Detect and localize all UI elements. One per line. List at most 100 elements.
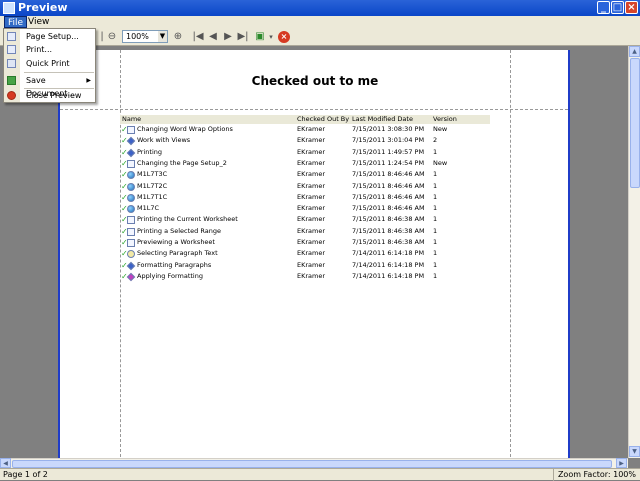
save-icon (7, 76, 16, 85)
submenu-arrow-icon: ▶ (86, 77, 91, 84)
row-version: 1 (433, 147, 438, 156)
row-name: Changing the Page Setup_2 (137, 158, 227, 167)
menu-item-label: Print... (26, 45, 53, 54)
row-version: 1 (433, 215, 438, 224)
menu-file[interactable]: File (4, 16, 28, 28)
row-version: 1 (433, 226, 438, 235)
app-icon (3, 2, 15, 14)
row-last-modified: 7/15/2011 3:01:04 PM (352, 136, 425, 145)
row-checked-out-by: EKramer (297, 192, 326, 201)
toolbar: | ⊖ 100% ▼ ⊕ |◀ ◀ ▶ ▶| ▣ ▾ × (0, 28, 640, 46)
row-name: Selecting Paragraph Text (137, 249, 218, 258)
table-row: ✓ Applying Formatting EKramer 7/14/2011 6:1… (120, 271, 490, 282)
row-last-modified: 7/14/2011 6:14:18 PM (352, 260, 425, 269)
row-name: Changing Word Wrap Options (137, 125, 233, 133)
chevron-down-icon[interactable]: ▼ (158, 31, 167, 42)
row-name: Printing the Current Worksheet (137, 215, 238, 224)
zoom-in-icon[interactable]: ⊕ (172, 31, 184, 43)
table-row: ✓ Work with Views EKramer 7/15/2011 3:01:04… (120, 135, 490, 146)
margin-guide-right (510, 50, 511, 458)
page-setup-icon (7, 32, 16, 41)
row-checked-out-by: EKramer (297, 158, 326, 167)
workflow-icon (126, 137, 136, 146)
col-checked-out-by: Checked Out By (297, 115, 350, 123)
table-row: ✓ M1L7C EKramer 7/15/2011 8:46:46 AM 1 (120, 203, 490, 214)
globe-icon (127, 205, 135, 214)
title-bar: Preview _ □ × (0, 0, 640, 16)
zoom-value: 100% (126, 32, 149, 41)
col-version: Version (433, 115, 457, 123)
table-row: ✓ M1L7T2C EKramer 7/15/2011 8:46:46 AM 1 (120, 181, 490, 192)
previous-page-icon[interactable]: ◀ (207, 31, 219, 43)
vertical-scroll-thumb[interactable] (630, 58, 640, 188)
row-version: 1 (433, 170, 438, 179)
row-version: 1 (433, 238, 438, 246)
horizontal-scroll-thumb[interactable] (12, 460, 612, 468)
menu-item-quick-print[interactable]: Quick Print (4, 57, 95, 70)
horizontal-scrollbar[interactable]: ◀ ▶ (0, 458, 628, 468)
scroll-down-icon[interactable]: ▼ (629, 446, 640, 457)
first-page-icon[interactable]: |◀ (192, 31, 204, 43)
menu-item-page-setup[interactable]: Page Setup... (4, 30, 95, 43)
row-checked-out-by: EKramer (297, 136, 326, 145)
last-page-icon[interactable]: ▶| (237, 31, 249, 43)
document-icon (127, 216, 135, 225)
row-version: 1 (433, 204, 438, 213)
menu-item-label: Page Setup... (26, 32, 79, 41)
workflow-icon (126, 148, 136, 157)
menu-view[interactable]: View (25, 16, 52, 28)
scroll-right-icon[interactable]: ▶ (616, 458, 627, 468)
row-name: Formatting Paragraphs (137, 260, 212, 269)
row-checked-out-by: EKramer (297, 238, 326, 246)
page-indicator: Page 1 of 2 (3, 470, 48, 479)
row-checked-out-by: EKramer (297, 215, 326, 224)
file-menu: Page Setup... Print... Quick Print Save … (3, 28, 96, 103)
next-page-icon[interactable]: ▶ (222, 31, 234, 43)
window-title: Preview (18, 1, 68, 14)
row-last-modified: 7/15/2011 8:46:46 AM (352, 170, 425, 179)
globe-icon (127, 171, 135, 180)
table-row: ✓ Formatting Paragraphs EKramer 7/14/2011 6… (120, 260, 490, 271)
scroll-left-icon[interactable]: ◀ (0, 458, 11, 468)
print-icon (7, 45, 16, 54)
report-title: Checked out to me (251, 74, 379, 88)
globe-icon (127, 193, 135, 202)
vertical-scrollbar[interactable]: ▲ ▼ (628, 46, 640, 458)
document-icon (127, 126, 135, 134)
close-button[interactable]: × (625, 1, 638, 14)
menu-item-label: Close Preview (26, 91, 82, 100)
table-row: ✓ Changing the Page Setup_2 EKramer 7/15/20… (120, 158, 490, 169)
row-version: New (433, 158, 448, 167)
zoom-select[interactable]: 100% ▼ (122, 30, 168, 43)
report-page: Checked out to me Name Checked Out By La… (58, 50, 570, 458)
menu-item-print[interactable]: Print... (4, 43, 95, 56)
row-checked-out-by: EKramer (297, 147, 326, 156)
row-last-modified: 7/15/2011 1:24:54 PM (352, 158, 425, 167)
minimize-button[interactable]: _ (597, 1, 610, 14)
menu-item-close-preview[interactable]: Close Preview (4, 89, 95, 102)
col-last-modified: Last Modified Date (352, 115, 413, 123)
menu-bar: File View (0, 16, 640, 28)
document-icon (127, 239, 135, 247)
row-version: 1 (433, 260, 438, 269)
workflow-icon (126, 261, 136, 270)
scroll-up-icon[interactable]: ▲ (629, 46, 640, 57)
menu-item-save-document[interactable]: Save Document... ▶ (4, 74, 95, 98)
stop-icon[interactable]: × (278, 31, 290, 43)
row-name: Previewing a Worksheet (137, 238, 215, 246)
row-checked-out-by: EKramer (297, 249, 326, 258)
zoom-out-icon[interactable]: ⊖ (106, 31, 118, 43)
row-last-modified: 7/15/2011 8:46:38 AM (352, 215, 425, 224)
row-checked-out-by: EKramer (297, 271, 326, 280)
zoom-factor: Zoom Factor: 100% (552, 469, 636, 481)
close-preview-icon (7, 91, 16, 100)
row-version: 1 (433, 249, 438, 258)
export-dropdown-icon[interactable]: ▾ (265, 31, 277, 43)
margin-guide-top (60, 109, 568, 110)
maximize-button[interactable]: □ (611, 1, 624, 14)
row-name: Applying Formatting (137, 271, 203, 280)
row-checked-out-by: EKramer (297, 260, 326, 269)
table-row: ✓ Printing the Current Worksheet EKramer 7/… (120, 214, 490, 225)
menu-separator (24, 72, 94, 73)
table-row: ✓ Selecting Paragraph Text EKramer 7/14/201… (120, 248, 490, 259)
